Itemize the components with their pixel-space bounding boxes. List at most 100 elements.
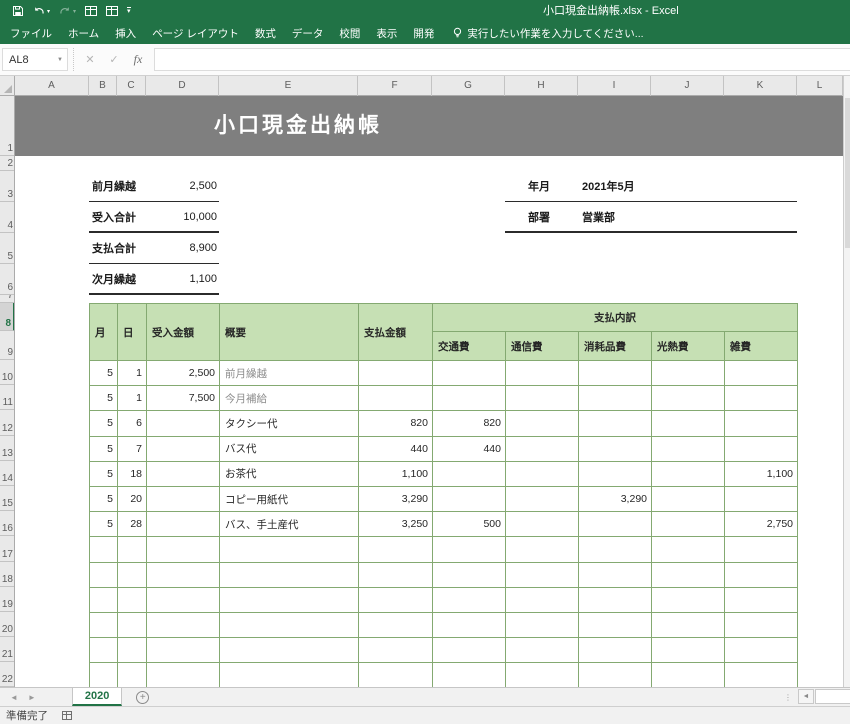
row-header-11[interactable]: 11 <box>0 385 15 410</box>
column-header-I[interactable]: I <box>578 76 651 96</box>
cell-breakdown-2[interactable] <box>506 437 579 462</box>
table-tool-icon-1[interactable] <box>85 6 97 16</box>
cell-empty[interactable] <box>579 537 652 562</box>
row-header-1[interactable]: 1 <box>0 96 15 156</box>
column-header-C[interactable]: C <box>117 76 146 96</box>
cell-day[interactable]: 18 <box>118 462 147 487</box>
cell-breakdown-2[interactable] <box>506 411 579 436</box>
cell-month[interactable]: 5 <box>90 437 118 462</box>
formula-input[interactable] <box>154 48 850 71</box>
cell-empty[interactable] <box>90 638 118 663</box>
cell-empty[interactable] <box>725 563 798 588</box>
th-sub-5[interactable]: 雑費 <box>725 332 798 361</box>
info-value-1[interactable]: 2021年5月 <box>582 178 635 194</box>
sheet-tab-2020[interactable]: 2020 <box>72 688 122 706</box>
ribbon-tab-5[interactable]: 数式 <box>247 22 284 44</box>
ribbon-tab-3[interactable]: 挿入 <box>107 22 144 44</box>
cell-day[interactable]: 6 <box>118 411 147 436</box>
row-header-15[interactable]: 15 <box>0 486 15 511</box>
column-header-D[interactable]: D <box>146 76 219 96</box>
column-header-J[interactable]: J <box>651 76 724 96</box>
cell-breakdown-4[interactable] <box>652 462 725 487</box>
cell-empty[interactable] <box>433 613 506 638</box>
summary-label-4[interactable]: 次月繰越 <box>92 271 136 287</box>
cell-received[interactable]: 7,500 <box>147 386 220 411</box>
cell-empty[interactable] <box>506 588 579 613</box>
cell-breakdown-4[interactable] <box>652 487 725 512</box>
cell-breakdown-5[interactable] <box>725 411 798 436</box>
cell-summary[interactable]: コピー用紙代 <box>220 487 359 512</box>
prev-sheet-icon[interactable]: ◄ <box>10 693 18 702</box>
cell-received[interactable] <box>147 462 220 487</box>
column-header-B[interactable]: B <box>89 76 117 96</box>
redo-button[interactable]: ▾ <box>59 6 76 16</box>
cell-empty[interactable] <box>506 663 579 687</box>
macro-record-icon[interactable] <box>62 711 72 720</box>
cell-empty[interactable] <box>579 563 652 588</box>
cell-empty[interactable] <box>652 537 725 562</box>
row-header-17[interactable]: 17 <box>0 536 15 561</box>
row-header-19[interactable]: 19 <box>0 587 15 612</box>
cell-empty[interactable] <box>220 563 359 588</box>
column-header-G[interactable]: G <box>432 76 505 96</box>
cell-empty[interactable] <box>652 563 725 588</box>
info-label-2[interactable]: 部署 <box>528 209 582 225</box>
undo-dropdown-icon[interactable]: ▾ <box>47 8 50 15</box>
vertical-scrollbar-thumb[interactable] <box>845 98 850 248</box>
cell-empty[interactable] <box>147 563 220 588</box>
cell-breakdown-1[interactable]: 820 <box>433 411 506 436</box>
cell-empty[interactable] <box>433 663 506 687</box>
info-label-1[interactable]: 年月 <box>528 178 582 194</box>
cell-payment[interactable]: 3,250 <box>359 512 433 537</box>
cell-day[interactable]: 1 <box>118 361 147 386</box>
cell-breakdown-3[interactable] <box>579 361 652 386</box>
cell-empty[interactable] <box>147 537 220 562</box>
cell-empty[interactable] <box>579 613 652 638</box>
cell-payment[interactable]: 820 <box>359 411 433 436</box>
ribbon-tab-1[interactable]: ファイル <box>2 22 60 44</box>
row-header-4[interactable]: 4 <box>0 202 15 233</box>
cell-empty[interactable] <box>359 537 433 562</box>
cell-month[interactable]: 5 <box>90 361 118 386</box>
cell-payment[interactable] <box>359 386 433 411</box>
cell-breakdown-4[interactable] <box>652 437 725 462</box>
cell-empty[interactable] <box>220 613 359 638</box>
tell-me-box[interactable]: 実行したい作業を入力してください... <box>442 22 643 44</box>
cell-breakdown-3[interactable] <box>579 386 652 411</box>
cell-empty[interactable] <box>118 613 147 638</box>
cell-empty[interactable] <box>652 588 725 613</box>
cell-breakdown-2[interactable] <box>506 487 579 512</box>
add-sheet-button[interactable]: + <box>136 688 149 706</box>
cell-empty[interactable] <box>725 537 798 562</box>
row-header-14[interactable]: 14 <box>0 461 15 486</box>
row-header-7[interactable]: 7 <box>0 295 15 303</box>
cell-empty[interactable] <box>652 613 725 638</box>
cell-empty[interactable] <box>433 537 506 562</box>
ribbon-tab-7[interactable]: 校閲 <box>331 22 368 44</box>
horizontal-scrollbar[interactable] <box>815 689 850 704</box>
cell-breakdown-1[interactable] <box>433 462 506 487</box>
summary-value-2[interactable]: 10,000 <box>136 211 219 223</box>
cell-day[interactable]: 20 <box>118 487 147 512</box>
cell-breakdown-3[interactable] <box>579 411 652 436</box>
cell-empty[interactable] <box>506 638 579 663</box>
cell-empty[interactable] <box>433 638 506 663</box>
cell-summary[interactable]: 前月繰越 <box>220 361 359 386</box>
row-header-12[interactable]: 12 <box>0 410 15 435</box>
qat-customize-icon[interactable]: ▾ <box>127 7 131 15</box>
cell-empty[interactable] <box>579 663 652 687</box>
name-box[interactable]: AL8 ▼ <box>2 48 68 71</box>
column-header-F[interactable]: F <box>358 76 432 96</box>
cell-empty[interactable] <box>359 613 433 638</box>
cell-breakdown-3[interactable] <box>579 437 652 462</box>
cell-received[interactable]: 2,500 <box>147 361 220 386</box>
row-header-22[interactable]: 22 <box>0 662 15 687</box>
column-header-A[interactable]: A <box>15 76 89 96</box>
summary-value-4[interactable]: 1,100 <box>136 273 219 285</box>
cell-empty[interactable] <box>147 663 220 687</box>
cell-empty[interactable] <box>147 638 220 663</box>
cell-empty[interactable] <box>118 588 147 613</box>
cancel-icon[interactable]: ✕ <box>78 53 102 66</box>
cell-empty[interactable] <box>147 588 220 613</box>
row-header-21[interactable]: 21 <box>0 637 15 662</box>
